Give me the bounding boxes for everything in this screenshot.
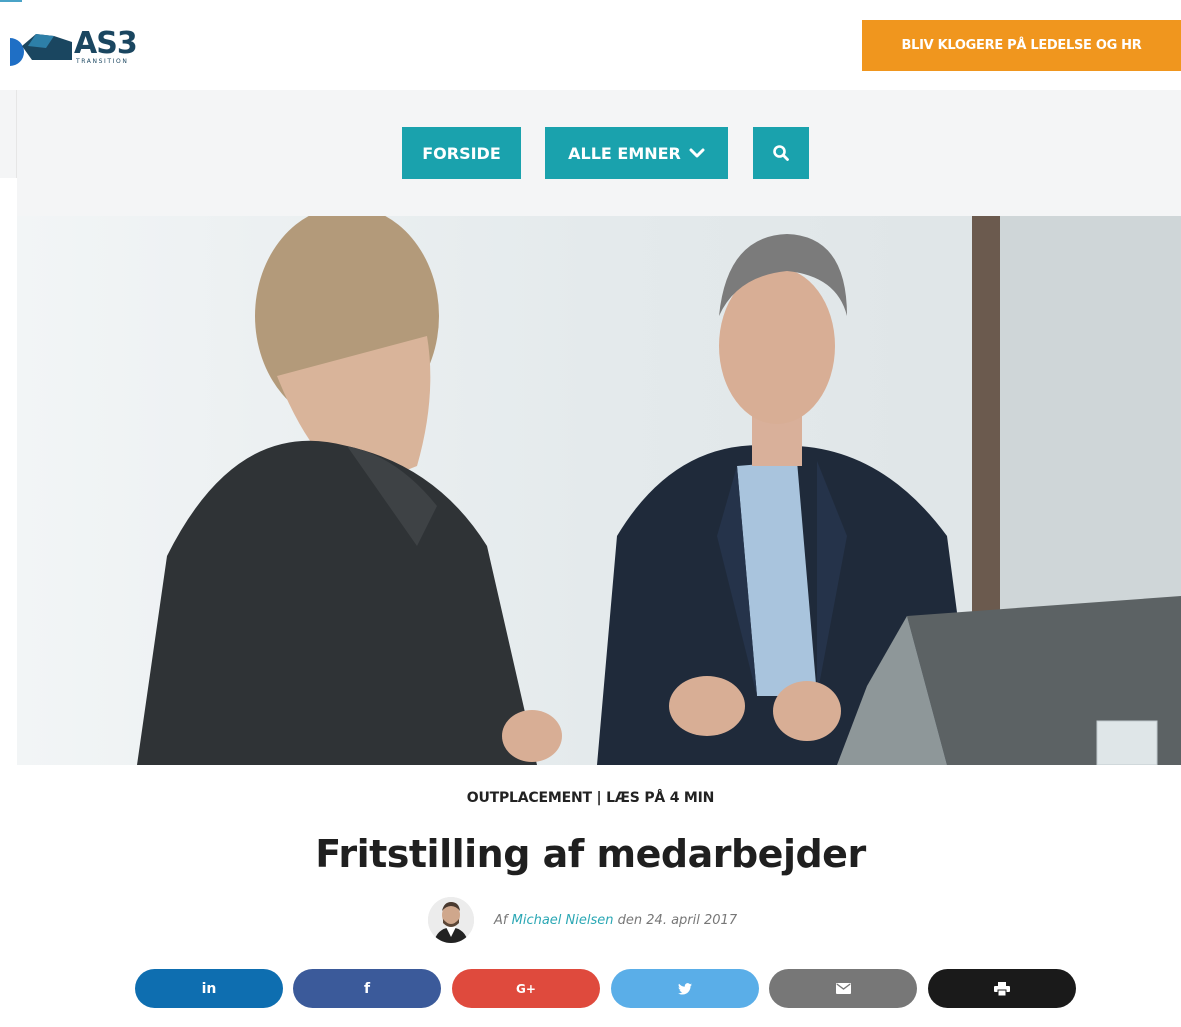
facebook-icon: f xyxy=(363,980,371,997)
share-linkedin-button[interactable]: in xyxy=(135,969,283,1008)
publish-date: den 24. april 2017 xyxy=(617,912,738,928)
logo-mark-icon xyxy=(22,34,72,60)
newsletter-cta-button[interactable]: BLIV KLOGERE PÅ LEDELSE OG HR xyxy=(862,20,1181,71)
nav-forside-button[interactable]: FORSIDE xyxy=(402,127,521,179)
google-plus-icon: G+ xyxy=(516,981,536,996)
author-link[interactable]: Michael Nielsen xyxy=(512,913,614,928)
email-icon xyxy=(835,983,851,994)
nav-left-edge xyxy=(0,90,17,178)
byline-prefix: Af xyxy=(494,912,508,928)
nav-alle-emner-button[interactable]: ALLE EMNER xyxy=(545,127,728,179)
hero-illustration xyxy=(17,216,1181,765)
nav-search-button[interactable] xyxy=(753,127,809,179)
nav-alle-emner-label: ALLE EMNER xyxy=(568,143,681,163)
search-icon xyxy=(773,145,789,161)
share-email-button[interactable] xyxy=(769,969,917,1008)
article-byline: Af Michael Nielsen den 24. april 2017 xyxy=(428,897,737,943)
site-header: AS3 TRANSITION BLIV KLOGERE PÅ LEDELSE O… xyxy=(0,0,1181,90)
header-accent-line xyxy=(0,0,22,6)
share-facebook-button[interactable]: f xyxy=(293,969,441,1008)
logo-text: AS3 xyxy=(74,26,138,61)
hero-image xyxy=(17,216,1181,765)
chevron-down-icon xyxy=(689,148,705,158)
share-google-plus-button[interactable]: G+ xyxy=(452,969,600,1008)
article-meta: OUTPLACEMENT | LÆS PÅ 4 MIN xyxy=(466,790,715,806)
byline-text: Af Michael Nielsen den 24. april 2017 xyxy=(494,913,737,928)
main-nav: FORSIDE ALLE EMNER xyxy=(17,90,1181,216)
print-icon xyxy=(994,981,1010,996)
article-title: Fritstilling af medarbejder xyxy=(315,832,866,876)
share-print-button[interactable] xyxy=(928,969,1076,1008)
site-logo[interactable]: AS3 TRANSITION xyxy=(10,24,160,72)
author-avatar xyxy=(428,897,474,943)
twitter-icon xyxy=(678,982,692,995)
share-twitter-button[interactable] xyxy=(611,969,759,1008)
linkedin-icon: in xyxy=(201,980,217,997)
logo-subtitle: TRANSITION xyxy=(76,58,129,65)
